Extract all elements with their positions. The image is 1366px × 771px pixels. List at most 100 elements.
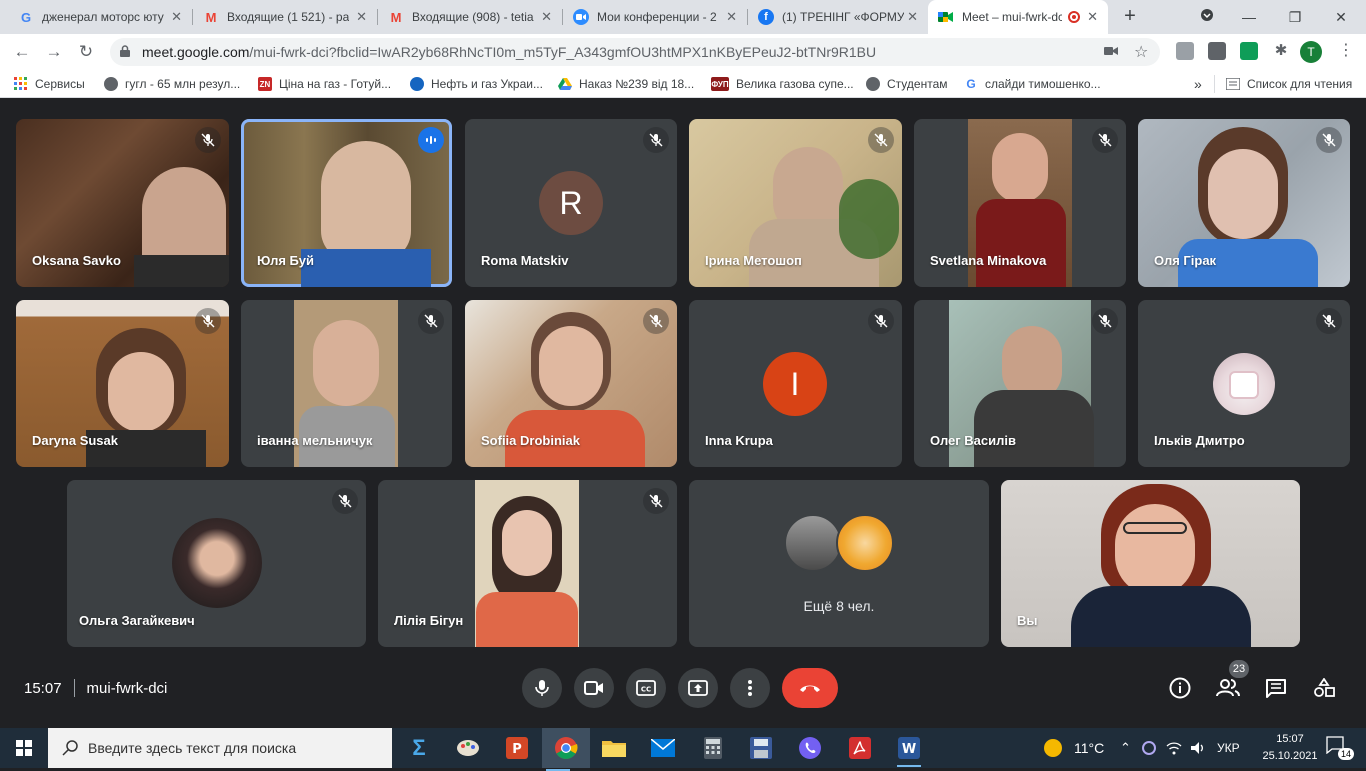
participant-tile[interactable]: Юля Буй (241, 119, 452, 287)
browser-tab[interactable]: f (1) ТРЕНІНГ «ФОРМУВ ✕ (748, 0, 928, 34)
more-options-button[interactable] (730, 668, 770, 708)
present-screen-button[interactable] (678, 668, 718, 708)
recording-icon (1068, 11, 1080, 23)
browser-tab[interactable]: Мои конференции - 2 ✕ (563, 0, 747, 34)
browser-tab[interactable]: G дженерал моторс ютуб ✕ (8, 0, 192, 34)
people-icon (1216, 679, 1240, 697)
powerpoint-app-icon[interactable]: P (501, 732, 533, 764)
avatar-photo (1229, 371, 1259, 399)
wifi-icon[interactable] (1166, 728, 1182, 768)
more-participants-tile[interactable]: Ещё 8 чел. (689, 480, 989, 647)
bookmark-item[interactable]: Наказ №239 від 18... (558, 76, 694, 92)
browser-tab-active[interactable]: Meet – mui-fwrk-dci ✕ (928, 0, 1108, 34)
browser-menu-icon[interactable]: ⋮ (1338, 40, 1354, 60)
bookmark-star-icon[interactable]: ☆ (1134, 42, 1148, 62)
plant-background (839, 179, 899, 259)
participant-tile[interactable]: Sofiia Drobiniak (465, 300, 677, 467)
participant-tile[interactable]: Svetlana Minakova (914, 119, 1126, 287)
participant-tile[interactable]: Лілія Бігун (378, 480, 677, 647)
self-view-tile[interactable]: Вы (1001, 480, 1300, 647)
zoom-icon (573, 9, 589, 25)
chrome-app-icon[interactable] (542, 728, 590, 771)
bookmark-item[interactable]: ZN Ціна на газ - Готуй... (258, 76, 391, 92)
participant-tile[interactable]: Олег Василів (914, 300, 1126, 467)
participant-tile[interactable]: Ольга Загайкевич (67, 480, 366, 647)
browser-tab[interactable]: M Входящие (1 521) - ра ✕ (193, 0, 377, 34)
activities-button[interactable] (1311, 675, 1337, 701)
bookmark-item[interactable]: Нефть и газ Украи... (410, 76, 543, 92)
viber-tray-icon[interactable] (1142, 728, 1156, 768)
profile-avatar[interactable]: T (1300, 41, 1322, 63)
bookmark-item[interactable]: Студентам (866, 76, 948, 92)
close-tab-icon[interactable]: ✕ (907, 9, 918, 25)
back-button[interactable]: ← (10, 40, 34, 64)
bookmark-item[interactable]: ФУП Велика газова супе... (711, 76, 854, 92)
viber-app-icon[interactable] (794, 732, 826, 764)
paint-app-icon[interactable] (452, 732, 484, 764)
volume-icon[interactable] (1190, 728, 1206, 768)
avatar (836, 514, 894, 572)
restore-button[interactable]: ❐ (1272, 0, 1318, 34)
close-tab-icon[interactable]: ✕ (541, 9, 552, 25)
people-button[interactable] (1215, 675, 1241, 701)
leave-call-button[interactable] (782, 668, 838, 708)
word-app-icon[interactable]: W (893, 732, 925, 767)
gmail-icon: M (205, 9, 217, 25)
close-tab-icon[interactable]: ✕ (356, 9, 367, 25)
captions-icon: CC (636, 680, 656, 696)
reload-button[interactable]: ↻ (74, 40, 98, 64)
close-window-button[interactable]: ✕ (1318, 0, 1364, 34)
language-indicator[interactable]: УКР (1217, 728, 1240, 768)
show-hidden-icons-chevron-icon[interactable]: ⌃ (1120, 728, 1131, 768)
extension-icon[interactable] (1208, 42, 1226, 60)
meeting-details-button[interactable] (1167, 675, 1193, 701)
mic-off-icon (1316, 308, 1342, 334)
participant-name: Ольга Загайкевич (79, 613, 195, 628)
close-tab-icon[interactable]: ✕ (171, 9, 182, 25)
participant-tile[interactable]: Оля Гірак (1138, 119, 1350, 287)
participant-tile[interactable]: Ірина Метошоп (689, 119, 902, 287)
participant-name: Олег Василів (930, 433, 1016, 448)
sigma-app-icon[interactable]: Σ (403, 732, 435, 764)
camera-in-use-icon[interactable] (1104, 44, 1118, 60)
participant-tile[interactable]: Oksana Savko (16, 119, 229, 287)
extension-icon[interactable] (1240, 42, 1258, 60)
participant-tile[interactable]: Daryna Susak (16, 300, 229, 467)
bookmark-item[interactable]: гугл - 65 млн резул... (104, 76, 240, 92)
participant-tile[interactable]: Ільків Дмитро (1138, 300, 1350, 467)
notification-count-badge: 14 (1337, 748, 1354, 760)
calculator-app-icon[interactable] (697, 732, 729, 764)
bookmark-item[interactable]: Сервисы (14, 76, 85, 92)
file-explorer-app-icon[interactable] (598, 732, 630, 764)
weather-widget[interactable]: 11°C (1044, 728, 1104, 768)
address-bar[interactable]: meet.google.com/mui-fwrk-dci?fbclid=IwAR… (110, 38, 1160, 66)
puzzle-extensions-icon[interactable]: ✱ (1272, 42, 1290, 60)
reading-list-button[interactable]: Список для чтения (1226, 76, 1352, 92)
forward-button[interactable]: → (42, 40, 66, 64)
taskbar-search[interactable]: Введите здесь текст для поиска (48, 728, 392, 768)
gmail-icon: M (390, 9, 402, 25)
microphone-button[interactable] (522, 668, 562, 708)
close-tab-icon[interactable]: ✕ (1087, 9, 1098, 25)
new-tab-button[interactable]: + (1118, 4, 1142, 28)
save-disk-app-icon[interactable] (745, 732, 777, 764)
participant-tile[interactable]: R Roma Matskiv (465, 119, 677, 287)
minimize-button[interactable]: — (1226, 0, 1272, 34)
system-clock[interactable]: 15:07 25.10.2021 (1262, 731, 1318, 765)
extension-icon[interactable] (1176, 42, 1194, 60)
tab-search-icon[interactable] (1184, 0, 1230, 34)
participant-tile[interactable]: іванна мельничук (241, 300, 452, 467)
notification-center-icon[interactable]: 14 (1326, 736, 1354, 760)
meeting-code: mui-fwrk-dci (86, 679, 168, 697)
more-bookmarks-icon[interactable]: » (1194, 76, 1202, 92)
chat-button[interactable] (1263, 675, 1289, 701)
start-button[interactable] (0, 728, 48, 768)
browser-tab[interactable]: M Входящие (908) - tetia ✕ (378, 0, 562, 34)
captions-button[interactable]: CC (626, 668, 666, 708)
camera-button[interactable] (574, 668, 614, 708)
participant-tile[interactable]: I Inna Krupa (689, 300, 902, 467)
bookmark-item[interactable]: G слайди тимошенко... (964, 76, 1100, 92)
acrobat-app-icon[interactable] (844, 732, 876, 764)
close-tab-icon[interactable]: ✕ (726, 9, 737, 25)
mail-app-icon[interactable] (647, 732, 679, 764)
